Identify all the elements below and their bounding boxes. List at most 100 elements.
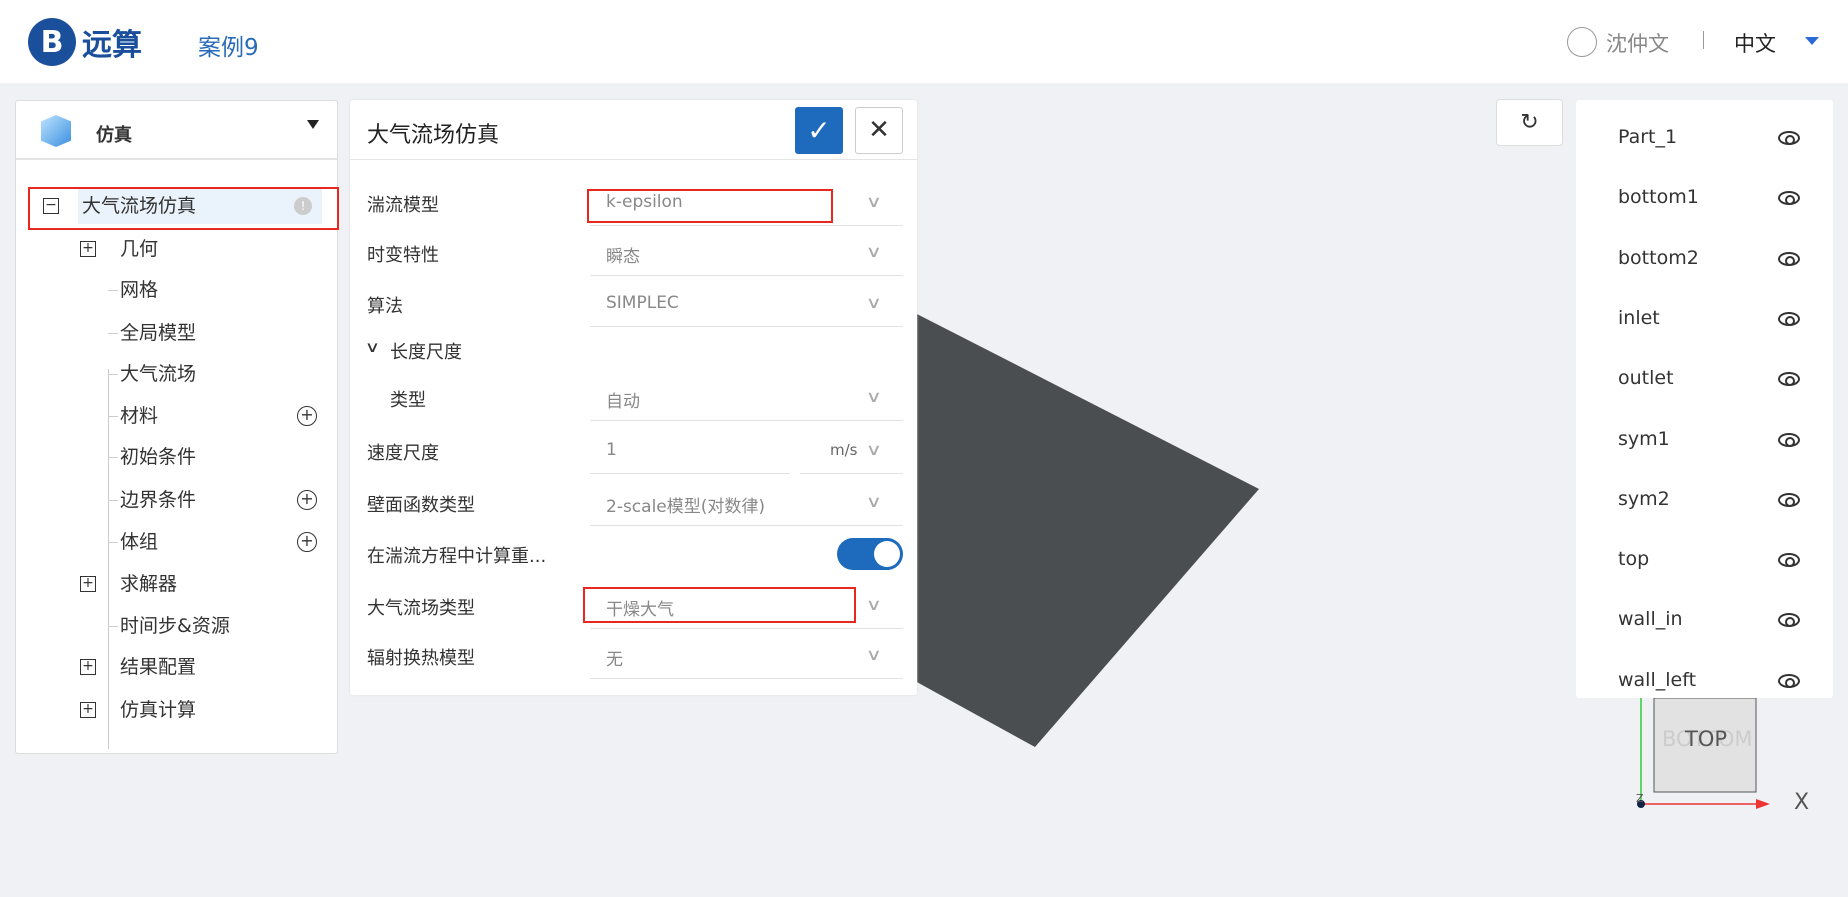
tree-item[interactable]: 求解器 (120, 566, 177, 602)
tree-item[interactable]: 网格 (120, 272, 158, 308)
close-button[interactable]: ✕ (855, 107, 903, 154)
input-underline (590, 326, 903, 327)
add-circle-icon[interactable]: + (297, 490, 317, 510)
field-value[interactable]: 2-scale模型(对数律) (606, 492, 765, 517)
tree-item[interactable]: 大气流场 (120, 356, 196, 392)
confirm-button[interactable]: ✓ (795, 107, 843, 154)
x-axis-label: X (1794, 790, 1810, 815)
logo-icon: B (28, 18, 76, 66)
input-underline (590, 525, 903, 526)
eye-icon[interactable] (1778, 553, 1800, 568)
chevron-down-icon[interactable]: ∨ (866, 387, 882, 406)
field-value[interactable]: 1 (606, 440, 617, 460)
tree-item[interactable]: 初始条件 (120, 439, 196, 475)
eye-icon[interactable] (1778, 191, 1800, 206)
part-name[interactable]: wall_left (1618, 669, 1696, 691)
highlight-box (587, 189, 833, 223)
simulation-tree-panel: 仿真 大气流场仿真 −! 几何 + 网格 全局模型 大气流场 材料 + 初始条件 边界条件 + 体组 + 求… (15, 100, 339, 754)
field-label: 在湍流方程中计算重... (367, 546, 547, 567)
part-name[interactable]: inlet (1618, 307, 1660, 329)
highlight-box (28, 187, 339, 230)
field-label: 湍流模型 (367, 195, 439, 216)
tree-item[interactable]: 时间步&资源 (120, 608, 230, 644)
plus-square-icon[interactable]: + (80, 702, 96, 718)
field-label: 速度尺度 (367, 443, 439, 464)
plus-square-icon[interactable]: + (80, 659, 96, 675)
eye-icon[interactable] (1778, 613, 1800, 628)
highlight-box (583, 587, 856, 623)
tree-connector (108, 374, 118, 375)
tree-item[interactable]: 边界条件 (120, 482, 196, 518)
caret-down-icon[interactable] (1805, 37, 1819, 45)
field-value[interactable]: SIMPLEC (606, 293, 679, 313)
part-name[interactable]: top (1618, 548, 1649, 570)
toggle-switch[interactable] (837, 538, 903, 570)
tree-connector (108, 626, 118, 627)
field-label: 壁面函数类型 (367, 495, 475, 516)
parts-visibility-list: Part_1 bottom1 bottom2 inlet outlet sym1 sym2 t… (1576, 100, 1833, 698)
eye-icon[interactable] (1778, 492, 1800, 507)
input-underline (590, 628, 903, 629)
field-value[interactable]: 自动 (606, 387, 640, 412)
tree-connector (108, 457, 118, 458)
tree-item[interactable]: 仿真计算 (120, 692, 196, 728)
part-name[interactable]: wall_in (1618, 608, 1683, 630)
tree-item[interactable]: 材料 (120, 398, 158, 434)
caret-down-icon[interactable] (307, 120, 319, 129)
chevron-down-icon[interactable]: ∨ (866, 440, 882, 459)
part-name[interactable]: sym2 (1618, 488, 1670, 510)
plus-square-icon[interactable]: + (80, 241, 96, 257)
tree-item[interactable]: 全局模型 (120, 315, 196, 351)
user-icon[interactable] (1567, 27, 1597, 57)
chevron-down-icon[interactable]: ∨ (866, 595, 882, 614)
part-name[interactable]: Part_1 (1618, 126, 1677, 148)
part-name[interactable]: bottom1 (1618, 186, 1699, 208)
input-underline (800, 473, 903, 474)
chevron-down-icon[interactable]: ∨ (866, 242, 882, 261)
tree-item[interactable]: 几何 (120, 231, 158, 267)
eye-icon[interactable] (1778, 372, 1800, 387)
x-axis-arrow (1756, 799, 1770, 809)
z-axis-label: Z (1636, 792, 1644, 805)
tree-connector (108, 290, 118, 291)
add-circle-icon[interactable]: + (297, 406, 317, 426)
tree-guide-line (108, 369, 109, 749)
reset-view-button[interactable]: ↻ (1496, 99, 1563, 146)
tree-connector (108, 542, 118, 543)
panel-header[interactable]: 仿真 (16, 101, 337, 160)
chevron-down-icon[interactable]: ∨ (866, 645, 882, 664)
field-label: 大气流场类型 (367, 598, 475, 619)
form-title: 大气流场仿真 (367, 123, 500, 148)
chevron-down-icon[interactable]: ∨ (866, 293, 882, 312)
divider (350, 159, 917, 160)
input-underline (590, 275, 903, 276)
settings-form: 大气流场仿真 ✓ ✕ 湍流模型 k-epsilon ∨ 时变特性 瞬态 ∨ 算法 SIMPLE… (350, 100, 917, 695)
input-underline (590, 473, 790, 474)
unit-select[interactable]: m/s (830, 441, 857, 459)
user-name[interactable]: 沈仲文 (1606, 28, 1669, 58)
eye-icon[interactable] (1778, 251, 1800, 266)
part-name[interactable]: bottom2 (1618, 247, 1699, 269)
chevron-down-icon[interactable]: ∨ (866, 492, 882, 511)
add-circle-icon[interactable]: + (297, 532, 317, 552)
field-value[interactable]: 无 (606, 645, 623, 670)
field-value[interactable]: 瞬态 (606, 242, 640, 267)
chevron-down-icon[interactable]: ∨ (866, 192, 882, 211)
tree-connector (108, 333, 118, 334)
tree-connector (108, 416, 118, 417)
part-name[interactable]: sym1 (1618, 428, 1670, 450)
eye-icon[interactable] (1778, 673, 1800, 688)
chevron-down-icon[interactable]: ∨ (365, 338, 380, 356)
tree-item[interactable]: 结果配置 (120, 649, 196, 685)
section-label[interactable]: 长度尺度 (390, 338, 462, 364)
eye-icon[interactable] (1778, 432, 1800, 447)
eye-icon[interactable] (1778, 311, 1800, 326)
plus-square-icon[interactable]: + (80, 576, 96, 592)
tree-connector (108, 500, 118, 501)
divider (1703, 31, 1704, 49)
tree-item[interactable]: 体组 (120, 524, 158, 560)
cube-icon (41, 115, 71, 147)
part-name[interactable]: outlet (1618, 367, 1674, 389)
language-select[interactable]: 中文 (1734, 28, 1776, 58)
eye-icon[interactable] (1778, 131, 1800, 145)
